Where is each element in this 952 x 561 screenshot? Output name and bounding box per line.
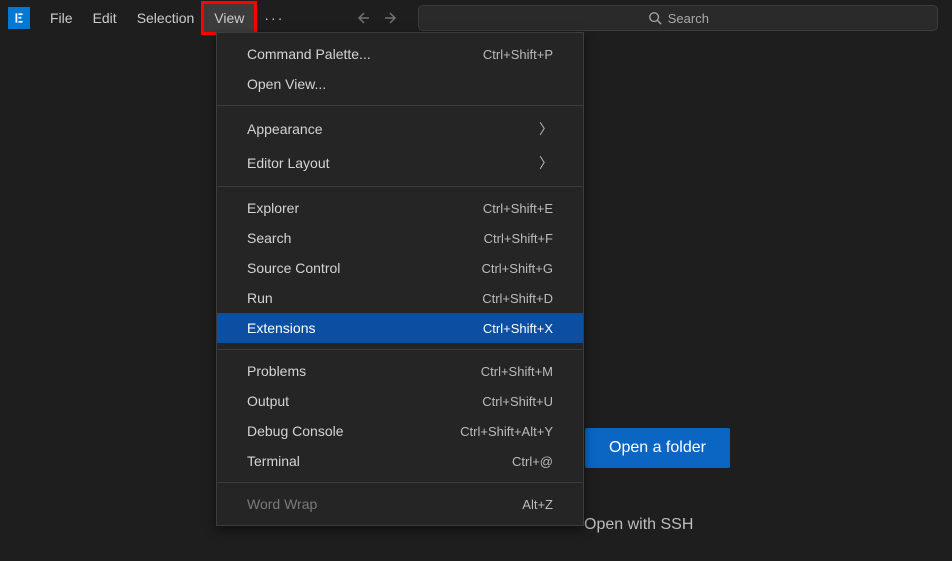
- menu-source-control[interactable]: Source Control Ctrl+Shift+G: [217, 253, 583, 283]
- menu-separator: [217, 349, 583, 350]
- menu-more[interactable]: ···: [254, 4, 294, 32]
- menu-extensions[interactable]: Extensions Ctrl+Shift+X: [217, 313, 583, 343]
- open-folder-button[interactable]: Open a folder: [585, 428, 730, 468]
- view-dropdown: Command Palette... Ctrl+Shift+P Open Vie…: [216, 32, 584, 526]
- menu-word-wrap[interactable]: Word Wrap Alt+Z: [217, 489, 583, 519]
- menu-separator: [217, 105, 583, 106]
- menu-debug-console[interactable]: Debug Console Ctrl+Shift+Alt+Y: [217, 416, 583, 446]
- menu-edit[interactable]: Edit: [83, 4, 127, 32]
- menu-editor-layout[interactable]: Editor Layout 〉: [217, 146, 583, 180]
- menu-problems[interactable]: Problems Ctrl+Shift+M: [217, 356, 583, 386]
- menu-open-view[interactable]: Open View...: [217, 69, 583, 99]
- menu-search[interactable]: Search Ctrl+Shift+F: [217, 223, 583, 253]
- chevron-right-icon: 〉: [539, 119, 553, 139]
- app-icon: [8, 7, 30, 29]
- menu-command-palette[interactable]: Command Palette... Ctrl+Shift+P: [217, 39, 583, 69]
- titlebar: File Edit Selection View ··· Search: [0, 0, 952, 36]
- nav-forward-icon[interactable]: [382, 9, 400, 27]
- menu-file[interactable]: File: [40, 4, 83, 32]
- menu-separator: [217, 186, 583, 187]
- menu-terminal[interactable]: Terminal Ctrl+@: [217, 446, 583, 476]
- nav-back-icon[interactable]: [354, 9, 372, 27]
- menu-appearance[interactable]: Appearance 〉: [217, 112, 583, 146]
- menu-run[interactable]: Run Ctrl+Shift+D: [217, 283, 583, 313]
- nav-arrows: [354, 9, 400, 27]
- menu-output[interactable]: Output Ctrl+Shift+U: [217, 386, 583, 416]
- menu-view[interactable]: View: [204, 4, 254, 32]
- menu-selection[interactable]: Selection: [127, 4, 205, 32]
- search-input[interactable]: Search: [418, 5, 938, 31]
- search-icon: [648, 11, 662, 25]
- open-ssh-link[interactable]: Open with SSH: [584, 516, 693, 534]
- search-placeholder: Search: [668, 11, 709, 26]
- menu-separator: [217, 482, 583, 483]
- menu-explorer[interactable]: Explorer Ctrl+Shift+E: [217, 193, 583, 223]
- chevron-right-icon: 〉: [539, 153, 553, 173]
